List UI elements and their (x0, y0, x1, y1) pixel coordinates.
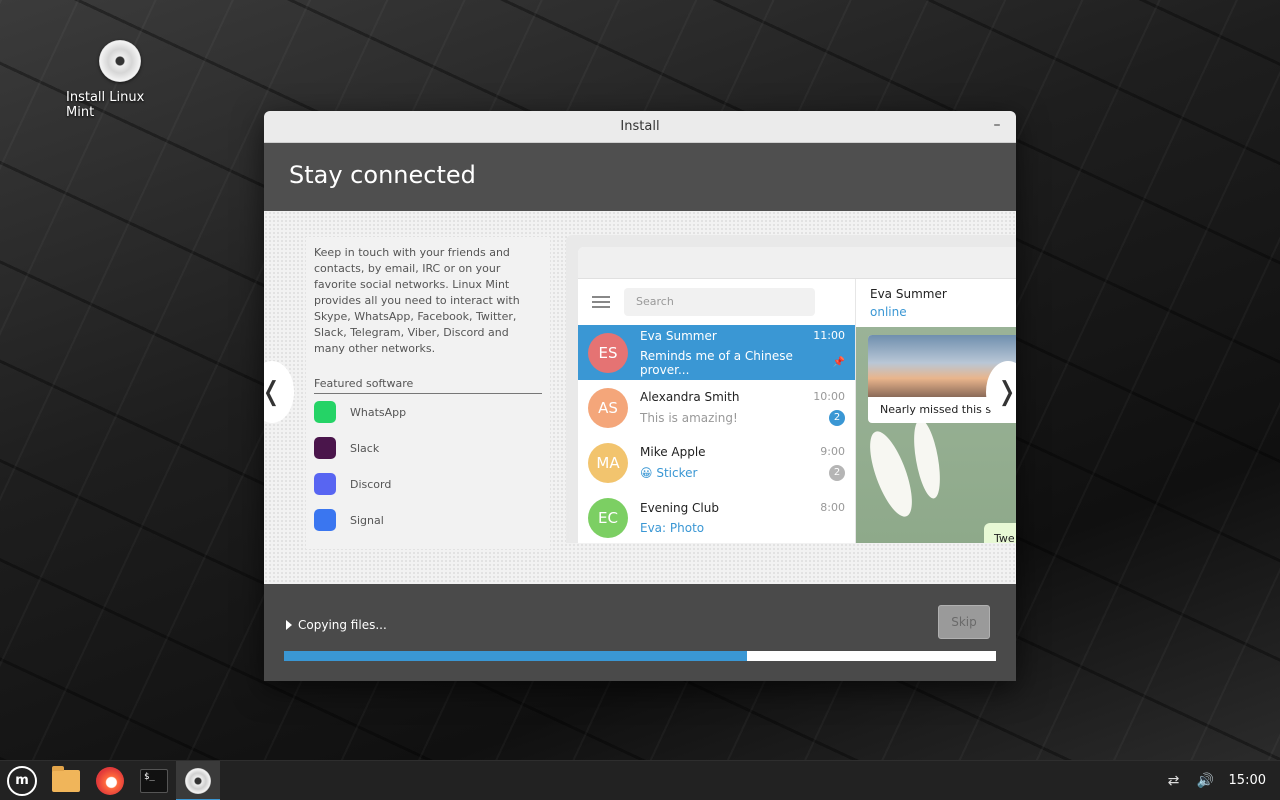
discord-icon (314, 473, 336, 495)
featured-app-item: Slack (314, 430, 542, 466)
chat-items: ES Eva Summer 11:00 Reminds me of a Chinese… (578, 325, 855, 543)
page-title: Stay connected (264, 143, 1016, 211)
chat-contact-status: online (870, 305, 907, 319)
slideshow: ❬ Keep in touch with your friends and co… (264, 211, 1016, 584)
skip-button[interactable]: Skip (938, 605, 990, 639)
install-status-text: Copying files... (298, 618, 387, 632)
previous-slide-button[interactable]: ❬ (264, 361, 294, 423)
featured-app-name: Slack (350, 441, 380, 455)
taskbar-files[interactable] (44, 761, 88, 800)
chat-name: Mike Apple (640, 444, 706, 459)
install-progress-bar (284, 651, 996, 661)
chat-bubble: Twe (984, 523, 1016, 543)
telegram-search-input: Search (624, 288, 815, 316)
chat-time: 9:00 (820, 444, 845, 458)
unread-badge: 2 (829, 409, 845, 426)
chat-item-body: Evening Club 8:00 Eva: Photo (640, 501, 845, 535)
telegram-chat-list: Search ES Eva Summer 11:00 Reminds me of a … (578, 279, 856, 543)
chat-item: AS Alexandra Smith 10:00 This is amazing! 2 (578, 380, 855, 435)
menu-button[interactable]: m (0, 761, 44, 800)
chat-time: 11:00 (813, 328, 845, 342)
chat-name: Eva Summer (640, 328, 717, 343)
featured-app-list: WhatsApp Slack Discord Signal (314, 394, 542, 538)
avatar: AS (588, 387, 628, 428)
terminal-icon: $_ (140, 768, 168, 793)
install-window: Install – Stay connected ❬ Keep in touch… (264, 111, 1016, 681)
featured-app-name: Signal (350, 513, 384, 527)
flower-petal (909, 417, 945, 501)
install-status[interactable]: Copying files... (286, 618, 387, 632)
chat-item-body: Mike Apple 9:00 😀 Sticker 2 (640, 445, 845, 481)
chevron-left-icon: ❬ (264, 377, 282, 407)
chat-item-body: Eva Summer 11:00 Reminds me of a Chinese p… (640, 329, 845, 377)
chevron-right-icon: ❭ (996, 377, 1016, 407)
chat-item: ES Eva Summer 11:00 Reminds me of a Chinese… (578, 325, 855, 380)
pin-icon: 📌 (832, 357, 845, 368)
slide-description: Keep in touch with your friends and cont… (314, 246, 520, 355)
telegram-window: Search ES Eva Summer 11:00 Reminds me of a … (578, 247, 1016, 543)
install-footer: Copying files... Skip (264, 584, 1016, 681)
signal-icon (314, 509, 336, 531)
telegram-screenshot: Search ES Eva Summer 11:00 Reminds me of a … (566, 235, 1016, 543)
chat-name: Evening Club (640, 500, 719, 515)
flower-petal (861, 426, 921, 522)
featured-app-name: Discord (350, 477, 392, 491)
slack-icon (314, 437, 336, 459)
expander-triangle-icon (286, 620, 292, 630)
taskbar-installer[interactable] (176, 760, 220, 800)
system-tray: ⇄ 🔊 15:00 (1165, 772, 1280, 790)
whatsapp-icon (314, 401, 336, 423)
network-disconnected-icon[interactable]: ⇄ (1165, 772, 1183, 790)
chat-message: Eva: Photo (640, 520, 705, 535)
clock[interactable]: 15:00 (1229, 773, 1266, 788)
linux-mint-logo-icon: m (7, 765, 37, 796)
chat-contact-name: Eva Summer (870, 287, 947, 301)
desktop-icon-label: Install Linux Mint (66, 90, 145, 120)
volume-icon[interactable]: 🔊 (1197, 772, 1215, 790)
featured-app-item: Discord (314, 466, 542, 502)
avatar: MA (588, 442, 628, 483)
taskbar-firefox[interactable] (88, 761, 132, 800)
hamburger-menu-icon (592, 296, 610, 308)
window-titlebar[interactable]: Install – (264, 111, 1016, 143)
chat-time: 10:00 (813, 389, 845, 403)
desktop-icon-install-linux-mint[interactable]: Install Linux Mint (66, 40, 174, 120)
chat-message: Reminds me of a Chinese prover... (640, 348, 793, 377)
featured-app-item: Signal (314, 502, 542, 538)
avatar: ES (588, 332, 628, 373)
chat-name: Alexandra Smith (640, 389, 740, 404)
unread-badge: 2 (829, 464, 845, 481)
folder-icon (52, 765, 80, 792)
firefox-icon (96, 766, 124, 795)
telegram-topbar (578, 247, 1016, 279)
featured-app-name: WhatsApp (350, 405, 407, 419)
slide-text-panel: Keep in touch with your friends and cont… (306, 237, 550, 549)
window-title: Install (620, 119, 660, 134)
chat-item: EC Evening Club 8:00 Eva: Photo (578, 490, 855, 543)
minimize-button[interactable]: – (988, 117, 1006, 135)
taskbar: m $_ ⇄ 🔊 15:00 (0, 760, 1280, 800)
chat-time: 8:00 (820, 500, 845, 514)
chat-message: This is amazing! (640, 410, 738, 425)
avatar: EC (588, 497, 628, 538)
featured-software-title: Featured software (314, 377, 542, 394)
taskbar-terminal[interactable]: $_ (132, 761, 176, 800)
telegram-chat-header: Eva Summer online (856, 279, 1016, 327)
disc-icon (99, 40, 141, 82)
chat-message: 😀 Sticker (640, 465, 698, 480)
disc-icon (185, 767, 211, 794)
chat-item-body: Alexandra Smith 10:00 This is amazing! 2 (640, 390, 845, 426)
install-progress-fill (284, 651, 747, 661)
chat-item: MA Mike Apple 9:00 😀 Sticker 2 (578, 435, 855, 490)
telegram-search-row: Search (578, 279, 855, 325)
featured-app-item: WhatsApp (314, 394, 542, 430)
